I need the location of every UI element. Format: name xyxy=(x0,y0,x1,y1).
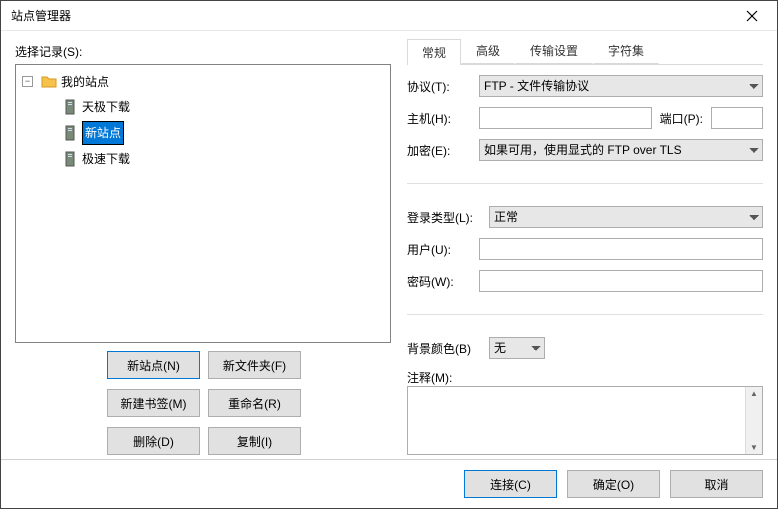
scrollbar[interactable]: ▲ ▼ xyxy=(745,387,762,454)
protocol-label: 协议(T): xyxy=(407,78,471,95)
tree-item-label-editing[interactable]: 新站点 xyxy=(82,121,124,145)
site-manager-window: 站点管理器 选择记录(S): − 我的站 xyxy=(0,0,778,509)
scroll-down-icon: ▼ xyxy=(750,443,758,452)
logintype-label: 登录类型(L): xyxy=(407,209,481,226)
left-panel: 选择记录(S): − 我的站点 xyxy=(15,41,391,455)
comments-textarea[interactable] xyxy=(408,387,745,454)
close-icon xyxy=(744,8,760,24)
separator xyxy=(407,183,763,184)
protocol-select[interactable]: FTP - 文件传输协议 xyxy=(479,75,763,97)
bgcolor-select[interactable]: 无 xyxy=(489,337,545,359)
ok-button[interactable]: 确定(O) xyxy=(567,470,660,498)
select-entry-label: 选择记录(S): xyxy=(15,43,391,60)
logintype-select[interactable]: 正常 xyxy=(489,206,763,228)
tree-root[interactable]: − 我的站点 xyxy=(22,71,109,93)
right-panel: 常规 高级 传输设置 字符集 协议(T): FTP - 文件传输协议 主机(H)… xyxy=(407,41,763,455)
collapse-icon[interactable]: − xyxy=(22,76,33,87)
tab-transfer[interactable]: 传输设置 xyxy=(515,37,593,64)
user-input[interactable] xyxy=(479,238,763,260)
tree-item-label: 天极下载 xyxy=(82,96,130,118)
server-icon xyxy=(62,125,78,141)
site-tree[interactable]: − 我的站点 xyxy=(15,64,391,343)
cancel-button[interactable]: 取消 xyxy=(670,470,763,498)
password-input[interactable] xyxy=(479,270,763,292)
tree-item[interactable]: 天极下载 xyxy=(44,96,130,118)
user-label: 用户(U): xyxy=(407,241,471,258)
tab-charset[interactable]: 字符集 xyxy=(593,37,659,64)
delete-button[interactable]: 删除(D) xyxy=(107,427,200,455)
encryption-select[interactable]: 如果可用，使用显式的 FTP over TLS xyxy=(479,139,763,161)
dialog-footer: 连接(C) 确定(O) 取消 xyxy=(1,459,777,508)
port-label: 端口(P): xyxy=(660,110,703,127)
comments-box: ▲ ▼ xyxy=(407,386,763,455)
site-action-buttons: 新站点(N) 新文件夹(F) 新建书签(M) 重命名(R) 删除(D) 复制(I… xyxy=(15,351,391,455)
new-site-button[interactable]: 新站点(N) xyxy=(107,351,200,379)
port-input[interactable] xyxy=(711,107,763,129)
host-input[interactable] xyxy=(479,107,652,129)
rename-button[interactable]: 重命名(R) xyxy=(208,389,301,417)
tree-item[interactable]: 极速下载 xyxy=(44,148,130,170)
tab-general[interactable]: 常规 xyxy=(407,39,461,65)
titlebar: 站点管理器 xyxy=(1,1,777,31)
scroll-up-icon: ▲ xyxy=(750,389,758,398)
separator xyxy=(407,314,763,315)
new-folder-button[interactable]: 新文件夹(F) xyxy=(208,351,301,379)
folder-icon xyxy=(41,74,57,90)
tab-bar: 常规 高级 传输设置 字符集 xyxy=(407,41,763,65)
window-title: 站点管理器 xyxy=(11,7,731,24)
bgcolor-label: 背景颜色(B) xyxy=(407,340,481,357)
tab-advanced[interactable]: 高级 xyxy=(461,37,515,64)
tree-root-label: 我的站点 xyxy=(61,71,109,93)
host-label: 主机(H): xyxy=(407,110,471,127)
server-icon xyxy=(62,151,78,167)
encryption-label: 加密(E): xyxy=(407,142,471,159)
copy-button[interactable]: 复制(I) xyxy=(208,427,301,455)
comments-label: 注释(M): xyxy=(407,369,471,386)
password-label: 密码(W): xyxy=(407,273,471,290)
connect-button[interactable]: 连接(C) xyxy=(464,470,557,498)
general-form: 协议(T): FTP - 文件传输协议 主机(H): 端口(P): 加密(E):… xyxy=(407,75,763,386)
tree-item-label: 极速下载 xyxy=(82,148,130,170)
new-bookmark-button[interactable]: 新建书签(M) xyxy=(107,389,200,417)
server-icon xyxy=(62,99,78,115)
close-button[interactable] xyxy=(731,2,773,30)
tree-item-selected[interactable]: 新站点 xyxy=(44,121,124,145)
